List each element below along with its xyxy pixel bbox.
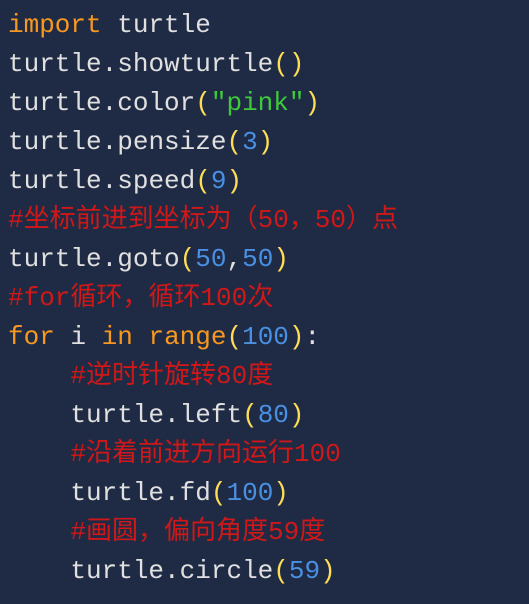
code-token: 50: [195, 244, 226, 274]
code-token: fd: [180, 478, 211, 508]
code-token: (: [242, 400, 258, 430]
code-token: turtle: [8, 166, 102, 196]
code-token: 50: [242, 244, 273, 274]
code-token: (: [195, 88, 211, 118]
code-token: 9: [211, 166, 227, 196]
code-token: .: [164, 400, 180, 430]
code-token: color: [117, 88, 195, 118]
code-token: (: [211, 478, 227, 508]
code-token: .: [164, 556, 180, 586]
code-token: turtle: [8, 49, 102, 79]
code-token: 59: [289, 556, 320, 586]
code-token: ): [226, 166, 242, 196]
code-token: goto: [117, 244, 179, 274]
code-token: 3: [242, 127, 258, 157]
code-token: 100: [226, 478, 273, 508]
code-token: .: [102, 88, 118, 118]
code-token: showturtle: [117, 49, 273, 79]
builtin-range: range: [148, 322, 226, 352]
comment-line: #for循环，循环100次: [8, 283, 273, 313]
code-token: turtle: [8, 244, 102, 274]
code-token: turtle: [70, 400, 164, 430]
code-token: ): [289, 322, 305, 352]
code-token: "pink": [211, 88, 305, 118]
code-token: ,: [226, 244, 242, 274]
code-token: (: [195, 166, 211, 196]
code-token: ): [304, 88, 320, 118]
code-token: (: [226, 127, 242, 157]
code-token: left: [180, 400, 242, 430]
comment-line: #坐标前进到坐标为（50，50）点: [8, 205, 398, 235]
code-token: circle: [180, 556, 274, 586]
code-token: :: [305, 322, 321, 352]
code-token: turtle: [70, 556, 164, 586]
code-token: turtle: [70, 478, 164, 508]
code-token: ): [273, 244, 289, 274]
code-token: ): [273, 478, 289, 508]
code-token: ): [289, 49, 305, 79]
keyword-import: import: [8, 10, 102, 40]
code-token: (: [273, 556, 289, 586]
code-token: 100: [242, 322, 289, 352]
code-token: pensize: [117, 127, 226, 157]
code-token: turtle: [8, 88, 102, 118]
code-token: ): [258, 127, 274, 157]
code-token: ): [289, 400, 305, 430]
code-token: .: [102, 49, 118, 79]
code-token: .: [102, 244, 118, 274]
code-token: (: [226, 322, 242, 352]
code-token: (: [273, 49, 289, 79]
code-token: turtle: [8, 127, 102, 157]
keyword-for: for: [8, 322, 55, 352]
module-name: turtle: [117, 10, 211, 40]
code-token: i: [70, 322, 86, 352]
code-token: (: [180, 244, 196, 274]
code-token: .: [102, 166, 118, 196]
code-token: ): [320, 556, 336, 586]
code-token: speed: [117, 166, 195, 196]
code-token: .: [102, 127, 118, 157]
keyword-in: in: [102, 322, 133, 352]
comment-line: #逆时针旋转80度: [70, 361, 273, 391]
comment-line: #画圆，偏向角度59度: [70, 517, 325, 547]
code-token: .: [164, 478, 180, 508]
comment-line: #沿着前进方向运行100: [70, 439, 340, 469]
code-token: 80: [258, 400, 289, 430]
